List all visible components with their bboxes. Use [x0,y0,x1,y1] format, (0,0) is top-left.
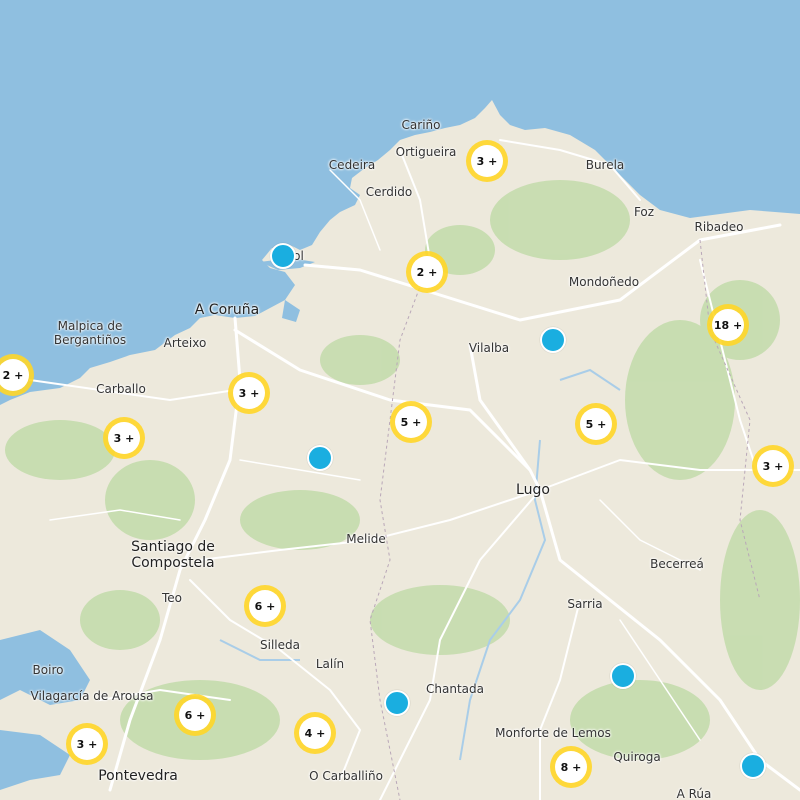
marker-cluster[interactable]: 3 + [466,140,508,182]
cluster-count: 6 + [249,590,281,622]
cluster-count: 3 + [757,450,789,482]
marker-cluster[interactable]: 2 + [406,251,448,293]
marker-cluster[interactable]: 6 + [244,585,286,627]
marker-cluster[interactable]: 3 + [103,417,145,459]
cluster-count: 4 + [299,717,331,749]
map-base-layer [0,0,800,800]
map-marker-pin[interactable] [307,445,333,471]
marker-cluster[interactable]: 5 + [390,401,432,443]
map-view[interactable]: Cariño Ortigueira Cedeira Cerdido Burela… [0,0,800,800]
marker-cluster[interactable]: 3 + [66,723,108,765]
map-marker-pin[interactable] [610,663,636,689]
cluster-count: 8 + [555,751,587,783]
marker-cluster[interactable]: 4 + [294,712,336,754]
cluster-count: 5 + [395,406,427,438]
map-marker-pin[interactable] [740,753,766,779]
cluster-count: 2 + [411,256,443,288]
map-marker-pin[interactable] [540,327,566,353]
marker-cluster[interactable]: 18 + [707,304,749,346]
cluster-count: 5 + [580,408,612,440]
marker-cluster[interactable]: 8 + [550,746,592,788]
marker-cluster[interactable]: 5 + [575,403,617,445]
cluster-count: 3 + [233,377,265,409]
cluster-count: 3 + [108,422,140,454]
cluster-count: 18 + [712,309,744,341]
marker-cluster[interactable]: 6 + [174,694,216,736]
cluster-count: 6 + [179,699,211,731]
cluster-count: 3 + [71,728,103,760]
cluster-count: 2 + [0,359,29,391]
map-marker-pin[interactable] [384,690,410,716]
map-marker-pin[interactable] [270,243,296,269]
marker-cluster[interactable]: 3 + [228,372,270,414]
marker-cluster[interactable]: 3 + [752,445,794,487]
cluster-count: 3 + [471,145,503,177]
